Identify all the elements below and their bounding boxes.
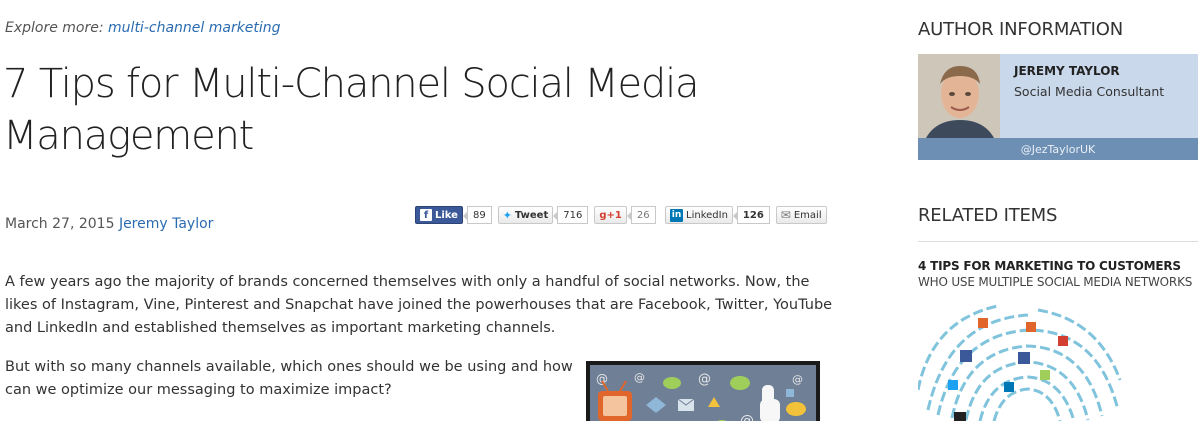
author-name: JEREMY TAYLOR xyxy=(1014,64,1120,78)
facebook-icon: f xyxy=(420,209,432,221)
twitter-bird-icon: ✦ xyxy=(502,208,512,222)
email-share-button[interactable]: ✉ Email xyxy=(775,206,827,224)
facebook-like-count: 89 xyxy=(463,206,492,224)
fingerprint-illustration xyxy=(918,304,1122,421)
related-item-thumbnail[interactable] xyxy=(918,300,1124,421)
gplus-count: 26 xyxy=(626,206,656,224)
svg-text:@: @ xyxy=(698,372,711,387)
related-divider xyxy=(918,241,1198,242)
explore-prefix: Explore more: xyxy=(5,20,104,36)
tweet-button[interactable]: ✦ Tweet xyxy=(497,206,554,224)
related-item-subtitle[interactable]: WHO USE MULTIPLE SOCIAL MEDIA NETWORKS xyxy=(918,275,1192,289)
explore-more: Explore more: multi-channel marketing xyxy=(5,20,281,36)
author-portrait xyxy=(918,54,1000,138)
article-date: March 27, 2015 xyxy=(5,216,115,232)
author-photo xyxy=(918,54,1000,138)
email-label: Email xyxy=(793,209,822,221)
svg-text:@: @ xyxy=(792,373,803,386)
author-role: Social Media Consultant xyxy=(1014,84,1165,99)
author-twitter-handle[interactable]: @JezTaylorUK xyxy=(918,138,1198,160)
linkedin-share-button[interactable]: in LinkedIn xyxy=(665,206,733,224)
article-illustration: @ @ @ @ @ xyxy=(586,361,820,421)
gplus-button[interactable]: g+1 xyxy=(594,206,627,224)
share-bar: f Like 89 ✦ Tweet 716 g+1 26 xyxy=(415,205,656,225)
linkedin-count: 126 xyxy=(732,206,770,224)
explore-link[interactable]: multi-channel marketing xyxy=(108,20,281,36)
linkedin-icon: in xyxy=(670,208,683,222)
envelope-icon: ✉ xyxy=(780,208,791,222)
linkedin-label: LinkedIn xyxy=(686,209,728,221)
tweet-count: 716 xyxy=(553,206,589,224)
related-item-title[interactable]: 4 TIPS FOR MARKETING TO CUSTOMERS xyxy=(918,259,1181,273)
article-meta: March 27, 2015 Jeremy Taylor xyxy=(5,216,213,232)
svg-text:@: @ xyxy=(596,372,608,386)
author-link[interactable]: Jeremy Taylor xyxy=(119,216,214,232)
svg-text:@: @ xyxy=(740,413,754,421)
facebook-like-button[interactable]: f Like xyxy=(415,206,463,224)
svg-text:@: @ xyxy=(634,371,645,384)
article-paragraph-2: But with so many channels available, whi… xyxy=(5,359,573,398)
social-icons-illustration: @ @ @ @ @ xyxy=(590,365,816,421)
article-paragraph-1: A few years ago the majority of brands c… xyxy=(5,274,833,336)
author-card: JEREMY TAYLOR Social Media Consultant @J… xyxy=(918,54,1198,160)
facebook-like-label: Like xyxy=(435,209,458,221)
tweet-label: Tweet xyxy=(514,209,549,221)
related-items-heading: RELATED ITEMS xyxy=(918,205,1058,226)
article-title: 7 Tips for Multi-Channel Social Media Ma… xyxy=(3,61,700,159)
author-information-heading: AUTHOR INFORMATION xyxy=(918,19,1123,40)
share-bar-secondary: in LinkedIn 126 ✉ Email xyxy=(665,205,827,225)
